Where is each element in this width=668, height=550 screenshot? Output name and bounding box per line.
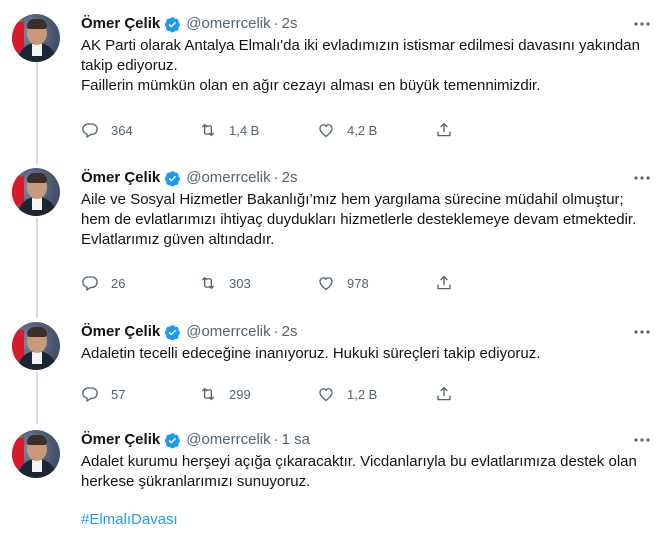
tweet-actions: 57 299 1,2 B — [81, 384, 561, 404]
tweet-timestamp[interactable]: 1 sa — [282, 430, 310, 450]
retweet-icon — [199, 121, 217, 139]
author-name[interactable]: Ömer Çelik — [81, 430, 160, 450]
thread-connector-line — [36, 56, 38, 164]
like-button[interactable]: 1,2 B — [317, 385, 435, 403]
tweet-header: Ömer Çelik @omerrcelik · 2s — [81, 14, 652, 34]
verified-badge-icon — [164, 16, 181, 33]
like-count: 978 — [347, 275, 369, 291]
author-name[interactable]: Ömer Çelik — [81, 14, 160, 34]
share-icon — [435, 274, 453, 292]
tweet-content: Ömer Çelik @omerrcelik · 2s Aile ve Sosy… — [81, 168, 652, 250]
share-button[interactable] — [435, 385, 553, 403]
retweet-button[interactable]: 299 — [199, 385, 317, 403]
retweet-button[interactable]: 1,4 B — [199, 121, 317, 139]
reply-button[interactable]: 26 — [81, 274, 199, 292]
tweet-content: Ömer Çelik @omerrcelik · 1 sa Adalet kur… — [81, 430, 652, 530]
tweet-header: Ömer Çelik @omerrcelik · 2s — [81, 168, 652, 188]
heart-icon — [317, 274, 335, 292]
reply-icon — [81, 121, 99, 139]
share-icon — [435, 385, 453, 403]
author-name[interactable]: Ömer Çelik — [81, 322, 160, 342]
more-horizontal-icon[interactable] — [632, 168, 652, 188]
retweet-count: 1,4 B — [229, 122, 260, 138]
tweet-header: Ömer Çelik @omerrcelik · 2s — [81, 322, 652, 342]
like-count: 4,2 B — [347, 122, 378, 138]
heart-icon — [317, 385, 335, 403]
retweet-button[interactable]: 303 — [199, 274, 317, 292]
tweet-text: Adalet kurumu herşeyi açığa çıkaracaktır… — [81, 453, 642, 490]
avatar[interactable] — [12, 322, 60, 370]
thread-connector-line — [36, 372, 38, 424]
tweet-timestamp[interactable]: 2s — [282, 14, 298, 34]
share-button[interactable] — [435, 121, 553, 139]
reply-icon — [81, 274, 99, 292]
reply-count: 26 — [111, 275, 126, 291]
author-handle[interactable]: @omerrcelik — [186, 322, 270, 342]
thread-connector-line — [36, 218, 38, 318]
reply-count: 364 — [111, 122, 133, 138]
verified-badge-icon — [164, 324, 181, 341]
hashtag-link[interactable]: #ElmalıDavası — [81, 510, 652, 530]
avatar-column — [12, 14, 62, 62]
share-icon — [435, 121, 453, 139]
avatar[interactable] — [12, 430, 60, 478]
like-button[interactable]: 978 — [317, 274, 435, 292]
tweet-thread: Ömer Çelik @omerrcelik · 2s AK Parti ola… — [0, 0, 668, 550]
author-handle[interactable]: @omerrcelik — [186, 168, 270, 188]
tweet-header: Ömer Çelik @omerrcelik · 1 sa — [81, 430, 652, 450]
like-count: 1,2 B — [347, 386, 378, 402]
reply-count: 57 — [111, 386, 126, 402]
reply-button[interactable]: 364 — [81, 121, 199, 139]
avatar[interactable] — [12, 14, 60, 62]
heart-icon — [317, 121, 335, 139]
tweet-timestamp[interactable]: 2s — [282, 322, 298, 342]
separator-dot: · — [273, 15, 279, 32]
more-horizontal-icon[interactable] — [632, 14, 652, 34]
tweet-actions: 364 1,4 B 4,2 B — [81, 120, 561, 140]
author-name[interactable]: Ömer Çelik — [81, 168, 160, 188]
more-horizontal-icon[interactable] — [632, 322, 652, 342]
separator-dot: · — [273, 431, 279, 448]
tweet-text: AK Parti olarak Antalya Elmalı'da iki ev… — [81, 37, 640, 94]
separator-dot: · — [273, 169, 279, 186]
avatar-column — [12, 430, 62, 478]
retweet-count: 299 — [229, 386, 251, 402]
avatar-column — [12, 322, 62, 370]
tweet-content: Ömer Çelik @omerrcelik · 2s AK Parti ola… — [81, 14, 652, 96]
tweet-text: Adaletin tecelli edeceğine inanıyoruz. H… — [81, 345, 541, 362]
separator-dot: · — [273, 323, 279, 340]
like-button[interactable]: 4,2 B — [317, 121, 435, 139]
reply-icon — [81, 385, 99, 403]
retweet-icon — [199, 385, 217, 403]
author-handle[interactable]: @omerrcelik — [186, 14, 270, 34]
retweet-icon — [199, 274, 217, 292]
tweet-text: Aile ve Sosyal Hizmetler Bakanlığı’mız h… — [81, 191, 641, 248]
author-handle[interactable]: @omerrcelik — [186, 430, 270, 450]
tweet-content: Ömer Çelik @omerrcelik · 2s Adaletin tec… — [81, 322, 652, 364]
retweet-count: 303 — [229, 275, 251, 291]
verified-badge-icon — [164, 432, 181, 449]
verified-badge-icon — [164, 170, 181, 187]
more-horizontal-icon[interactable] — [632, 430, 652, 450]
avatar[interactable] — [12, 168, 60, 216]
reply-button[interactable]: 57 — [81, 385, 199, 403]
avatar-column — [12, 168, 62, 216]
share-button[interactable] — [435, 274, 553, 292]
tweet-actions: 26 303 978 — [81, 273, 561, 293]
tweet-timestamp[interactable]: 2s — [282, 168, 298, 188]
